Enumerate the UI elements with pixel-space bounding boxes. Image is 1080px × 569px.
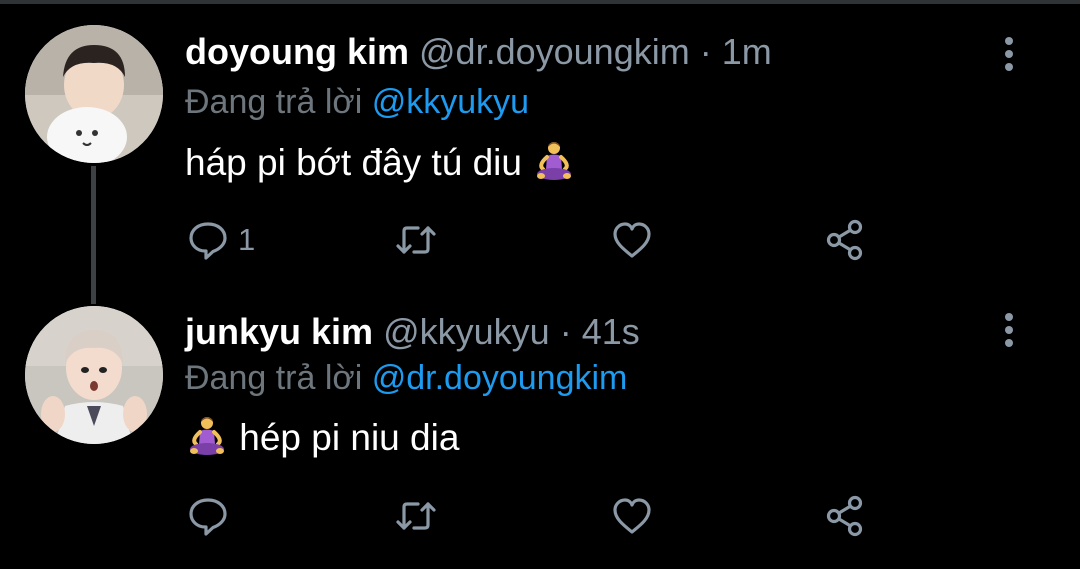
display-name[interactable]: doyoung kim [185, 31, 409, 72]
tweet-header: doyoung kim @dr.doyoungkim · 1m [185, 30, 772, 74]
replying-prefix: Đang trả lời [185, 83, 363, 121]
lotus-position-emoji-icon [532, 139, 576, 183]
retweet-button[interactable] [394, 492, 446, 540]
tweet-2[interactable]: junkyu kim @kkyukyu · 41s Đang trả lời @… [0, 290, 1080, 569]
like-button[interactable] [610, 492, 662, 540]
reply-button[interactable]: 1 [186, 216, 255, 264]
share-icon [826, 495, 863, 537]
retweet-icon [396, 226, 436, 254]
tweet-text: hép pi niu dia [185, 414, 459, 462]
heart-icon [613, 498, 651, 534]
timestamp[interactable]: 1m [722, 31, 772, 72]
tweet-text-content: hép pi niu dia [239, 417, 460, 458]
avatar-image [25, 306, 163, 444]
more-options-button[interactable] [995, 310, 1023, 350]
lotus-position-emoji-icon [185, 414, 229, 458]
tweet-header: junkyu kim @kkyukyu · 41s [185, 310, 640, 354]
more-vertical-icon [1005, 313, 1013, 347]
separator: · [699, 31, 712, 72]
replying-mention[interactable]: @dr.doyoungkim [372, 359, 628, 397]
avatar-image [25, 25, 163, 163]
display-name[interactable]: junkyu kim [185, 311, 373, 352]
handle[interactable]: @kkyukyu [383, 311, 550, 352]
timestamp[interactable]: 41s [582, 311, 640, 352]
retweet-button[interactable] [394, 216, 446, 264]
tweet-1[interactable]: doyoung kim @dr.doyoungkim · 1m Đang trả… [0, 0, 1080, 304]
replying-mention[interactable]: @kkyukyu [372, 83, 529, 121]
replying-to-line: Đang trả lời @kkyukyu [185, 80, 529, 124]
more-options-button[interactable] [995, 34, 1023, 74]
reply-count: 1 [238, 222, 256, 257]
avatar[interactable] [25, 25, 163, 163]
reply-button[interactable] [186, 492, 238, 540]
retweet-icon [396, 502, 436, 530]
heart-icon [613, 222, 651, 258]
more-vertical-icon [1005, 37, 1013, 71]
reply-icon [189, 498, 227, 536]
thread-connector-line [91, 166, 96, 304]
share-button[interactable] [822, 216, 866, 264]
share-icon [826, 219, 863, 261]
replying-prefix: Đang trả lời [185, 359, 363, 397]
avatar[interactable] [25, 306, 163, 444]
tweet-text-content: háp pi bớt đây tú diu [185, 142, 522, 183]
share-button[interactable] [822, 492, 866, 540]
reply-icon [189, 222, 227, 260]
replying-to-line: Đang trả lời @dr.doyoungkim [185, 356, 627, 400]
like-button[interactable] [610, 216, 662, 264]
separator: · [559, 311, 572, 352]
handle[interactable]: @dr.doyoungkim [419, 31, 690, 72]
tweet-text: háp pi bớt đây tú diu [185, 139, 576, 187]
